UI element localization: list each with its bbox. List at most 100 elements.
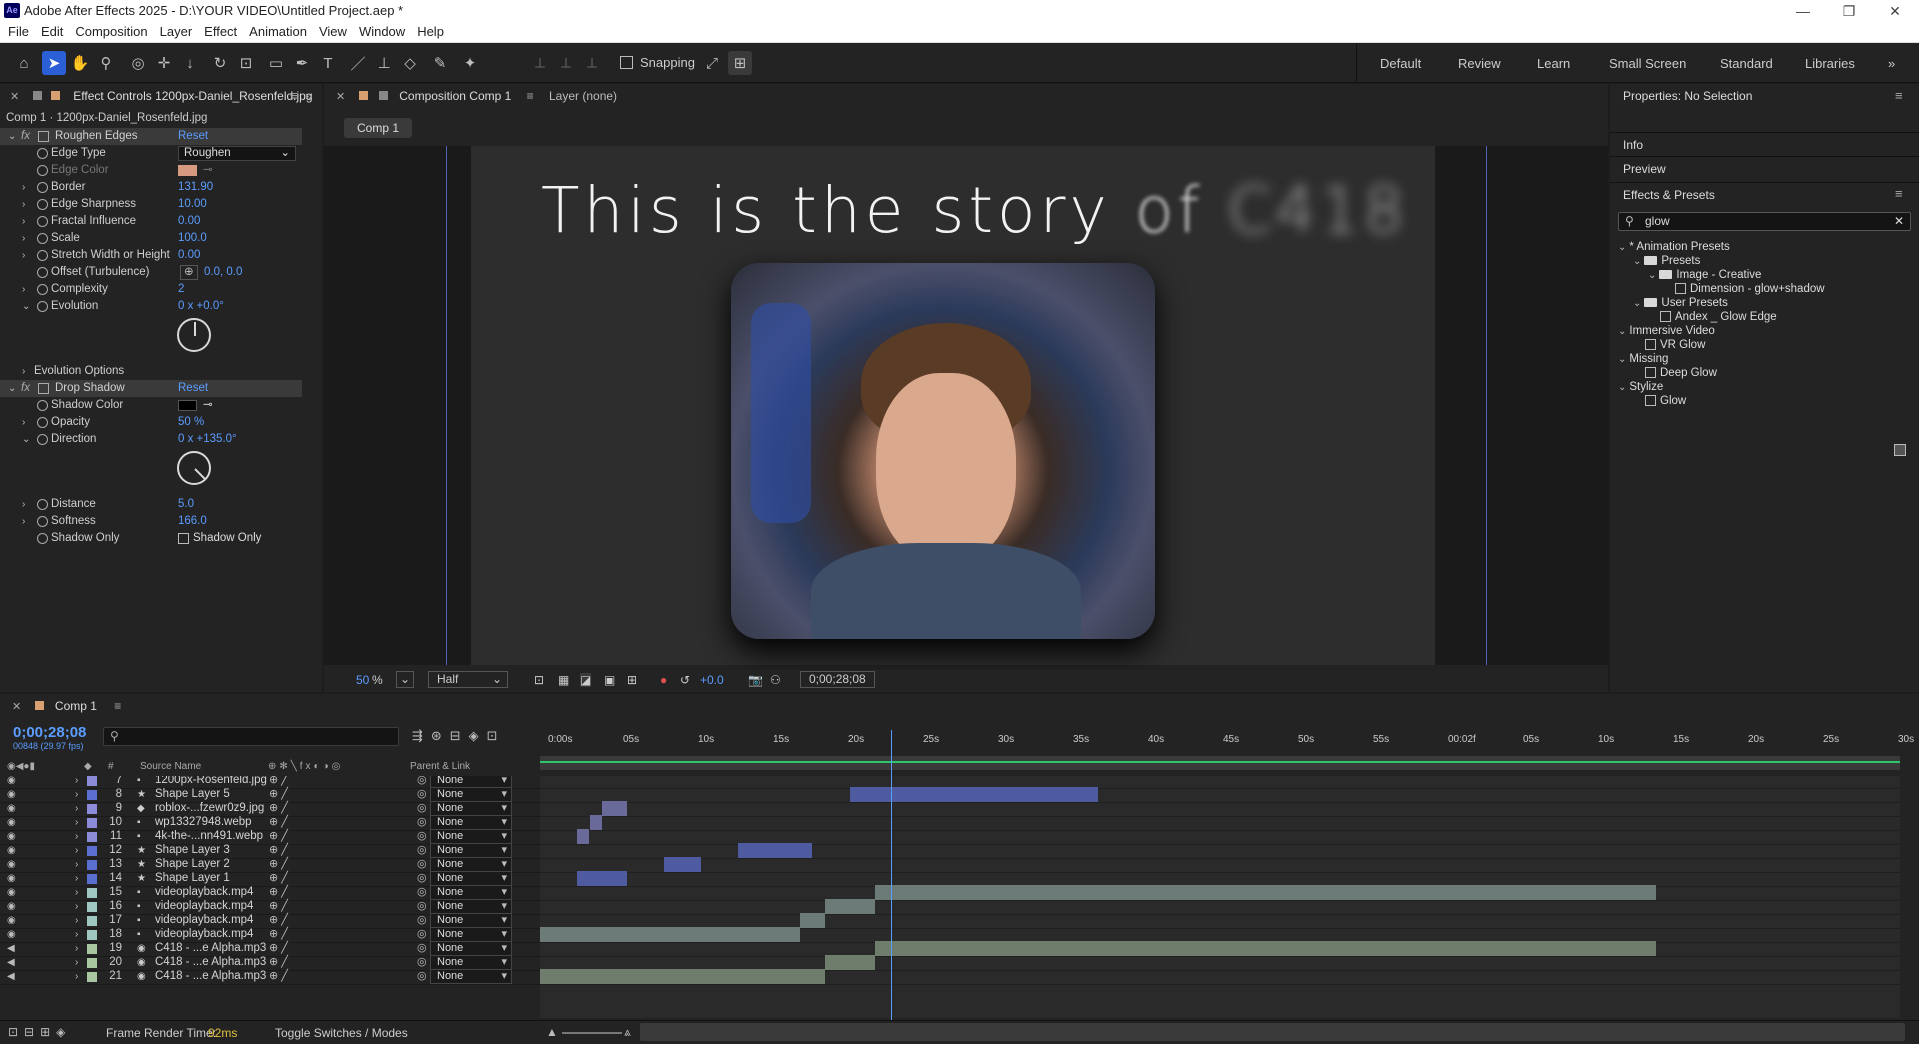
chevron-down-icon[interactable]: ⌄ <box>22 298 30 315</box>
distance-value[interactable]: 5.0 <box>178 496 194 513</box>
work-area-bar[interactable] <box>540 756 1900 770</box>
complexity-value[interactable]: 2 <box>178 281 184 298</box>
column-parent-link[interactable]: Parent & Link <box>410 761 470 772</box>
stopwatch-icon[interactable] <box>37 499 48 510</box>
stopwatch-icon[interactable] <box>37 148 48 159</box>
layer-tracks[interactable] <box>540 776 1900 1018</box>
effect-controls-tab[interactable]: ✕ Effect Controls 1200px-Daniel_Rosenfel… <box>10 84 313 108</box>
minimize-button[interactable]: — <box>1780 0 1826 22</box>
direction-dial[interactable] <box>177 451 211 485</box>
label-color[interactable] <box>87 860 97 870</box>
stopwatch-icon[interactable] <box>37 250 48 261</box>
label-color[interactable] <box>87 972 97 982</box>
label-color[interactable] <box>87 958 97 968</box>
layer-tab[interactable]: Layer (none) <box>549 84 617 108</box>
panel-menu-icon[interactable]: ≡ <box>290 88 298 103</box>
timeline-tab[interactable]: ✕ Comp 1 ≡ <box>12 694 121 718</box>
puppet-pin-icon[interactable]: ✦ <box>458 51 482 75</box>
shadow-color-swatch[interactable] <box>178 400 197 411</box>
layer-duration-bar[interactable] <box>540 969 825 984</box>
footer-toggle-icons[interactable]: ⊡⊟⊞◈ <box>8 1025 71 1039</box>
composition-tab[interactable]: ✕ Composition Comp 1 ≡ <box>336 84 534 108</box>
stopwatch-icon[interactable] <box>37 301 48 312</box>
current-time-display[interactable]: 0;00;28;08 <box>800 671 875 688</box>
chevron-down-icon[interactable]: ⌄ <box>1633 298 1641 309</box>
fx-icon[interactable]: fx <box>21 380 30 397</box>
label-color[interactable] <box>87 944 97 954</box>
grid-guides-icon[interactable]: ⊞ <box>627 673 637 687</box>
menu-edit[interactable]: Edit <box>41 22 71 42</box>
snap-edges-icon[interactable]: ⤢ <box>700 51 724 75</box>
zoom-out-icon[interactable]: ▲ <box>546 1025 558 1039</box>
pickwhip-icon[interactable]: ◎ <box>417 968 427 985</box>
stopwatch-icon[interactable] <box>37 400 48 411</box>
eyedropper-icon[interactable]: ⊸ <box>203 397 213 414</box>
menu-animation[interactable]: Animation <box>249 22 315 42</box>
resolution-dropdown[interactable]: Half ⌄ <box>428 671 508 688</box>
label-color[interactable] <box>87 930 97 940</box>
drop-shadow-header[interactable]: ⌄ fx Drop Shadow Reset <box>0 380 302 397</box>
reset-exposure-icon[interactable]: ↺ <box>680 673 690 687</box>
chevron-down-icon[interactable]: ⌄ <box>22 431 30 448</box>
crosshair-icon[interactable]: ⊕ <box>180 265 198 280</box>
label-color[interactable] <box>87 846 97 856</box>
column-source-name[interactable]: Source Name <box>140 761 201 772</box>
workspace-default[interactable]: Default <box>1380 56 1421 71</box>
snapping-checkbox[interactable] <box>620 56 633 69</box>
stopwatch-icon[interactable] <box>37 216 48 227</box>
stopwatch-icon[interactable] <box>37 267 48 278</box>
fractal-value[interactable]: 0.00 <box>178 213 200 230</box>
shadow-only-checkbox[interactable] <box>178 533 189 544</box>
more-workspaces-icon[interactable]: » <box>1888 56 1895 71</box>
toggle-switches-modes[interactable]: Toggle Switches / Modes <box>275 1026 408 1040</box>
rectangle-tool-icon[interactable]: ▭ <box>264 51 288 75</box>
chevron-down-icon[interactable]: ⌄ <box>1648 270 1656 281</box>
label-color[interactable] <box>87 818 97 828</box>
selection-tool-icon[interactable]: ➤ <box>42 51 66 75</box>
current-time-indicator[interactable] <box>891 730 892 1020</box>
dolly-camera-icon[interactable]: ↓ <box>178 51 202 75</box>
chevron-down-icon[interactable]: ⌄ <box>8 380 16 397</box>
close-window-button[interactable]: ✕ <box>1872 0 1918 22</box>
transparency-grid-icon[interactable]: ▦ <box>558 673 569 687</box>
time-ruler[interactable]: 0:00s 05s 10s 15s 20s 25s 30s 35s 40s 45s 50s 55s 00… <box>540 730 1914 754</box>
orbit-camera-icon[interactable]: ◎ <box>126 51 150 75</box>
zoom-in-icon[interactable]: ⩓ <box>624 1025 631 1040</box>
parent-dropdown[interactable]: None <box>430 969 512 984</box>
pan-camera-icon[interactable]: ✛ <box>152 51 176 75</box>
brush-tool-icon[interactable]: ／ <box>346 51 370 75</box>
chevron-right-icon[interactable]: › <box>22 230 25 247</box>
workspace-standard[interactable]: Standard <box>1720 56 1773 71</box>
effects-search-input[interactable]: ⚲ glow ✕ <box>1618 212 1911 231</box>
chevron-right-icon[interactable]: › <box>22 213 25 230</box>
roughen-edges-header[interactable]: ⌄ fx Roughen Edges Reset <box>0 128 302 145</box>
timeline-current-time[interactable]: 0;00;28;08 <box>13 724 86 741</box>
chevron-right-icon[interactable]: › <box>22 414 25 431</box>
opacity-value[interactable]: 50 % <box>178 414 204 431</box>
audio-icon[interactable]: ◀ <box>7 968 15 985</box>
fx-icon[interactable]: fx <box>21 128 30 145</box>
edge-color-swatch[interactable] <box>178 165 197 176</box>
evolution-value[interactable]: 0 x +0.0° <box>178 298 224 315</box>
chevron-right-icon[interactable]: › <box>22 281 25 298</box>
snap-features-icon[interactable]: ⊞ <box>728 51 752 75</box>
chevron-right-icon[interactable]: › <box>22 179 25 196</box>
panel-menu-icon[interactable]: ≡ <box>527 89 534 103</box>
snapshot-icon[interactable]: 📷 <box>748 673 763 687</box>
chevron-right-icon[interactable]: › <box>22 496 25 513</box>
menu-file[interactable]: File <box>8 22 37 42</box>
label-color[interactable] <box>87 832 97 842</box>
pan-behind-tool-icon[interactable]: ⊡ <box>234 51 258 75</box>
panel-menu-icon[interactable]: ≡ <box>1895 88 1903 103</box>
label-color[interactable] <box>87 804 97 814</box>
panel-menu-icon[interactable]: ≡ <box>114 699 121 713</box>
border-value[interactable]: 131.90 <box>178 179 213 196</box>
exposure-value[interactable]: +0.0 <box>700 673 724 687</box>
preview-panel-header[interactable]: Preview <box>1610 156 1919 180</box>
zoom-tool-icon[interactable]: ⚲ <box>94 51 118 75</box>
offset-value[interactable]: 0.0, 0.0 <box>204 264 242 281</box>
menu-view[interactable]: View <box>319 22 355 42</box>
label-color[interactable] <box>87 888 97 898</box>
comp-canvas[interactable]: This is the story of C418 <box>471 146 1435 665</box>
stopwatch-icon[interactable] <box>37 199 48 210</box>
